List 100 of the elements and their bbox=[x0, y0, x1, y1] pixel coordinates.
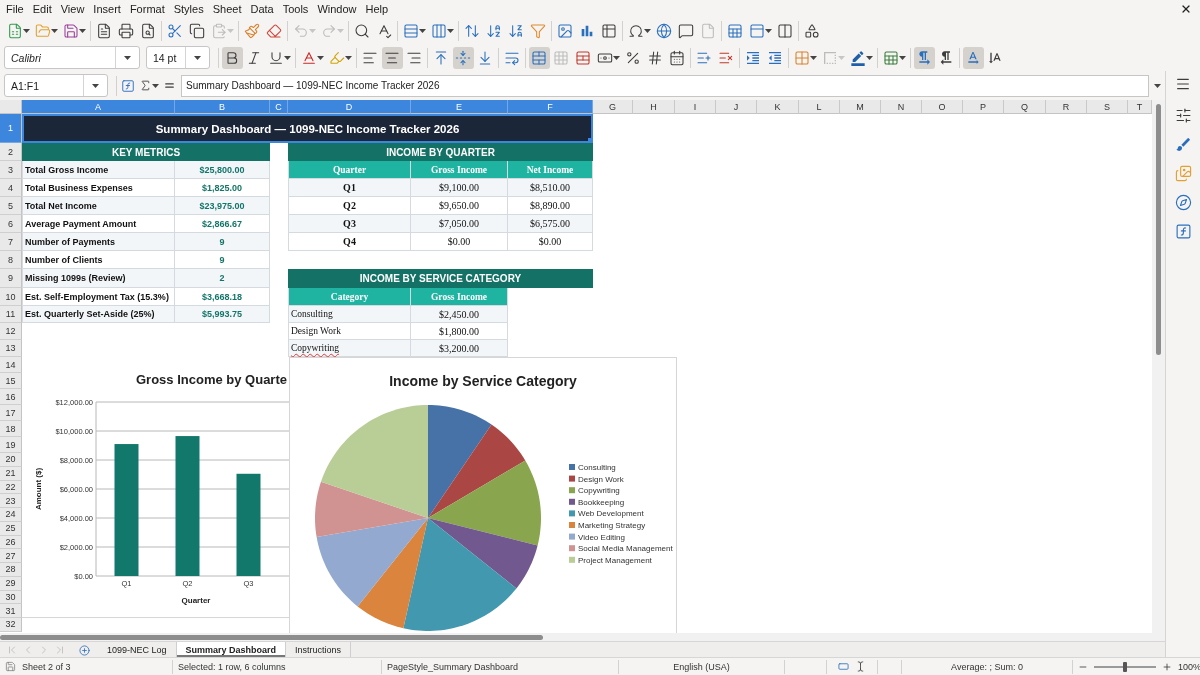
row-header[interactable]: 6 bbox=[0, 215, 22, 233]
column-header[interactable]: R bbox=[1046, 100, 1087, 114]
row-header[interactable]: 19 bbox=[0, 437, 22, 453]
page-style-text[interactable]: PageStyle_Summary Dashboard bbox=[387, 661, 519, 672]
menu-item[interactable]: Insert bbox=[89, 0, 125, 18]
amount-cell: $9,650.00 bbox=[411, 197, 508, 215]
printer-icon bbox=[118, 23, 134, 39]
sheet-tab[interactable]: 1099-NEC Log bbox=[98, 642, 177, 657]
selection-handle[interactable] bbox=[588, 138, 593, 143]
column-header[interactable]: J bbox=[716, 100, 757, 114]
row-header[interactable]: 10 bbox=[0, 288, 22, 306]
row-header[interactable]: 1 bbox=[0, 114, 22, 143]
menu-item[interactable]: Edit bbox=[28, 0, 56, 18]
column-header[interactable]: L bbox=[799, 100, 840, 114]
menu-item[interactable]: Data bbox=[246, 0, 278, 18]
row-header[interactable]: 24 bbox=[0, 508, 22, 522]
column-header[interactable]: N bbox=[881, 100, 922, 114]
language-text[interactable]: English (USA) bbox=[673, 661, 730, 672]
vertical-scrollbar[interactable] bbox=[1152, 100, 1165, 633]
menu-item[interactable]: File bbox=[2, 0, 28, 18]
legend-label: Copywriting bbox=[578, 486, 620, 496]
menu-item[interactable]: Styles bbox=[169, 0, 208, 18]
name-box[interactable]: A1:F1 bbox=[4, 74, 108, 97]
column-header[interactable]: H bbox=[633, 100, 675, 114]
column-header[interactable]: A bbox=[22, 100, 175, 114]
column-header[interactable]: Q bbox=[1004, 100, 1046, 114]
column-header[interactable]: D bbox=[288, 100, 411, 114]
row-header[interactable]: 2 bbox=[0, 143, 22, 161]
horizontal-scrollbar[interactable] bbox=[0, 633, 1165, 641]
row-header[interactable]: 13 bbox=[0, 340, 22, 357]
row-header[interactable]: 8 bbox=[0, 251, 22, 269]
row-header[interactable]: 12 bbox=[0, 323, 22, 340]
menu-item[interactable]: Format bbox=[125, 0, 169, 18]
menu-item[interactable]: Help bbox=[361, 0, 393, 18]
save-icon[interactable] bbox=[5, 661, 16, 672]
column-header[interactable]: O bbox=[922, 100, 963, 114]
row-header[interactable]: 14 bbox=[0, 357, 22, 373]
sheet-tab[interactable]: Summary Dashboard bbox=[176, 642, 287, 657]
menu-item[interactable]: Window bbox=[313, 0, 361, 18]
column-header[interactable]: B bbox=[175, 100, 270, 114]
amount-cell: $3,200.00 bbox=[411, 340, 508, 357]
row-header[interactable]: 23 bbox=[0, 494, 22, 508]
formula-input[interactable]: Summary Dashboard — 1099-NEC Income Tracker 2026 bbox=[181, 74, 1149, 97]
row-header[interactable]: 11 bbox=[0, 306, 22, 323]
rectangle-icon[interactable] bbox=[838, 661, 849, 672]
font-name-field[interactable]: Calibri bbox=[4, 46, 140, 69]
funnel-icon bbox=[530, 23, 546, 39]
caret-icon bbox=[336, 29, 344, 33]
column-header[interactable]: P bbox=[963, 100, 1004, 114]
row-header[interactable]: 3 bbox=[0, 161, 22, 179]
menu-item[interactable]: View bbox=[56, 0, 89, 18]
menu-item[interactable]: Tools bbox=[278, 0, 313, 18]
column-header[interactable]: G bbox=[593, 100, 633, 114]
row-header[interactable]: 5 bbox=[0, 197, 22, 215]
text-cursor-icon[interactable] bbox=[855, 661, 866, 672]
column-header[interactable]: T bbox=[1128, 100, 1152, 114]
column-header[interactable]: S bbox=[1087, 100, 1128, 114]
metric-label-cell: Total Gross Income bbox=[22, 161, 175, 179]
row-header[interactable]: 27 bbox=[0, 549, 22, 563]
column-header[interactable]: K bbox=[757, 100, 799, 114]
row-header[interactable]: 15 bbox=[0, 373, 22, 389]
metric-label-cell: Number of Clients bbox=[22, 251, 175, 269]
row-header[interactable]: 4 bbox=[0, 179, 22, 197]
scrollbar-thumb[interactable] bbox=[1156, 104, 1161, 355]
slider-thumb[interactable] bbox=[1123, 661, 1127, 672]
row-header[interactable]: 16 bbox=[0, 389, 22, 405]
row-header[interactable]: 18 bbox=[0, 421, 22, 437]
bold-button[interactable] bbox=[221, 46, 243, 69]
text-horizontal-button[interactable] bbox=[962, 46, 984, 69]
align-middle-button[interactable] bbox=[452, 46, 474, 69]
column-header[interactable]: M bbox=[840, 100, 881, 114]
row-header[interactable]: 17 bbox=[0, 405, 22, 421]
sort-icon bbox=[464, 23, 480, 39]
menu-icon bbox=[1175, 76, 1191, 92]
axis-title: Amount ($) bbox=[34, 467, 43, 511]
menu-item[interactable]: Sheet bbox=[208, 0, 246, 18]
row-header[interactable]: 9 bbox=[0, 269, 22, 288]
row-header[interactable]: 28 bbox=[0, 563, 22, 577]
column-header[interactable]: F bbox=[508, 100, 593, 114]
left-to-right-button[interactable] bbox=[913, 46, 935, 69]
align-center-button[interactable] bbox=[381, 46, 403, 69]
column-header[interactable]: C bbox=[270, 100, 288, 114]
row-header[interactable]: 31 bbox=[0, 604, 22, 618]
sheet-tab[interactable]: Instructions bbox=[286, 642, 352, 657]
zoom-percent-text[interactable]: 100% bbox=[1178, 661, 1200, 672]
add-sheet-button[interactable] bbox=[76, 643, 92, 657]
scrollbar-thumb[interactable] bbox=[0, 634, 543, 640]
caret-icon bbox=[152, 83, 159, 88]
rows-icon bbox=[402, 23, 419, 39]
column-header[interactable]: I bbox=[675, 100, 716, 114]
column-header[interactable]: E bbox=[411, 100, 508, 114]
merge-center-button[interactable] bbox=[528, 46, 550, 69]
caret-icon bbox=[22, 29, 30, 33]
row-header[interactable]: 20 bbox=[0, 453, 22, 467]
caret-icon bbox=[898, 55, 906, 60]
row-header[interactable]: 32 bbox=[0, 618, 22, 632]
row-header[interactable]: 7 bbox=[0, 233, 22, 251]
caret-icon bbox=[92, 83, 99, 88]
font-size-field[interactable]: 14 pt bbox=[146, 46, 210, 69]
chart-title: Gross Income by Quarte bbox=[136, 372, 287, 387]
